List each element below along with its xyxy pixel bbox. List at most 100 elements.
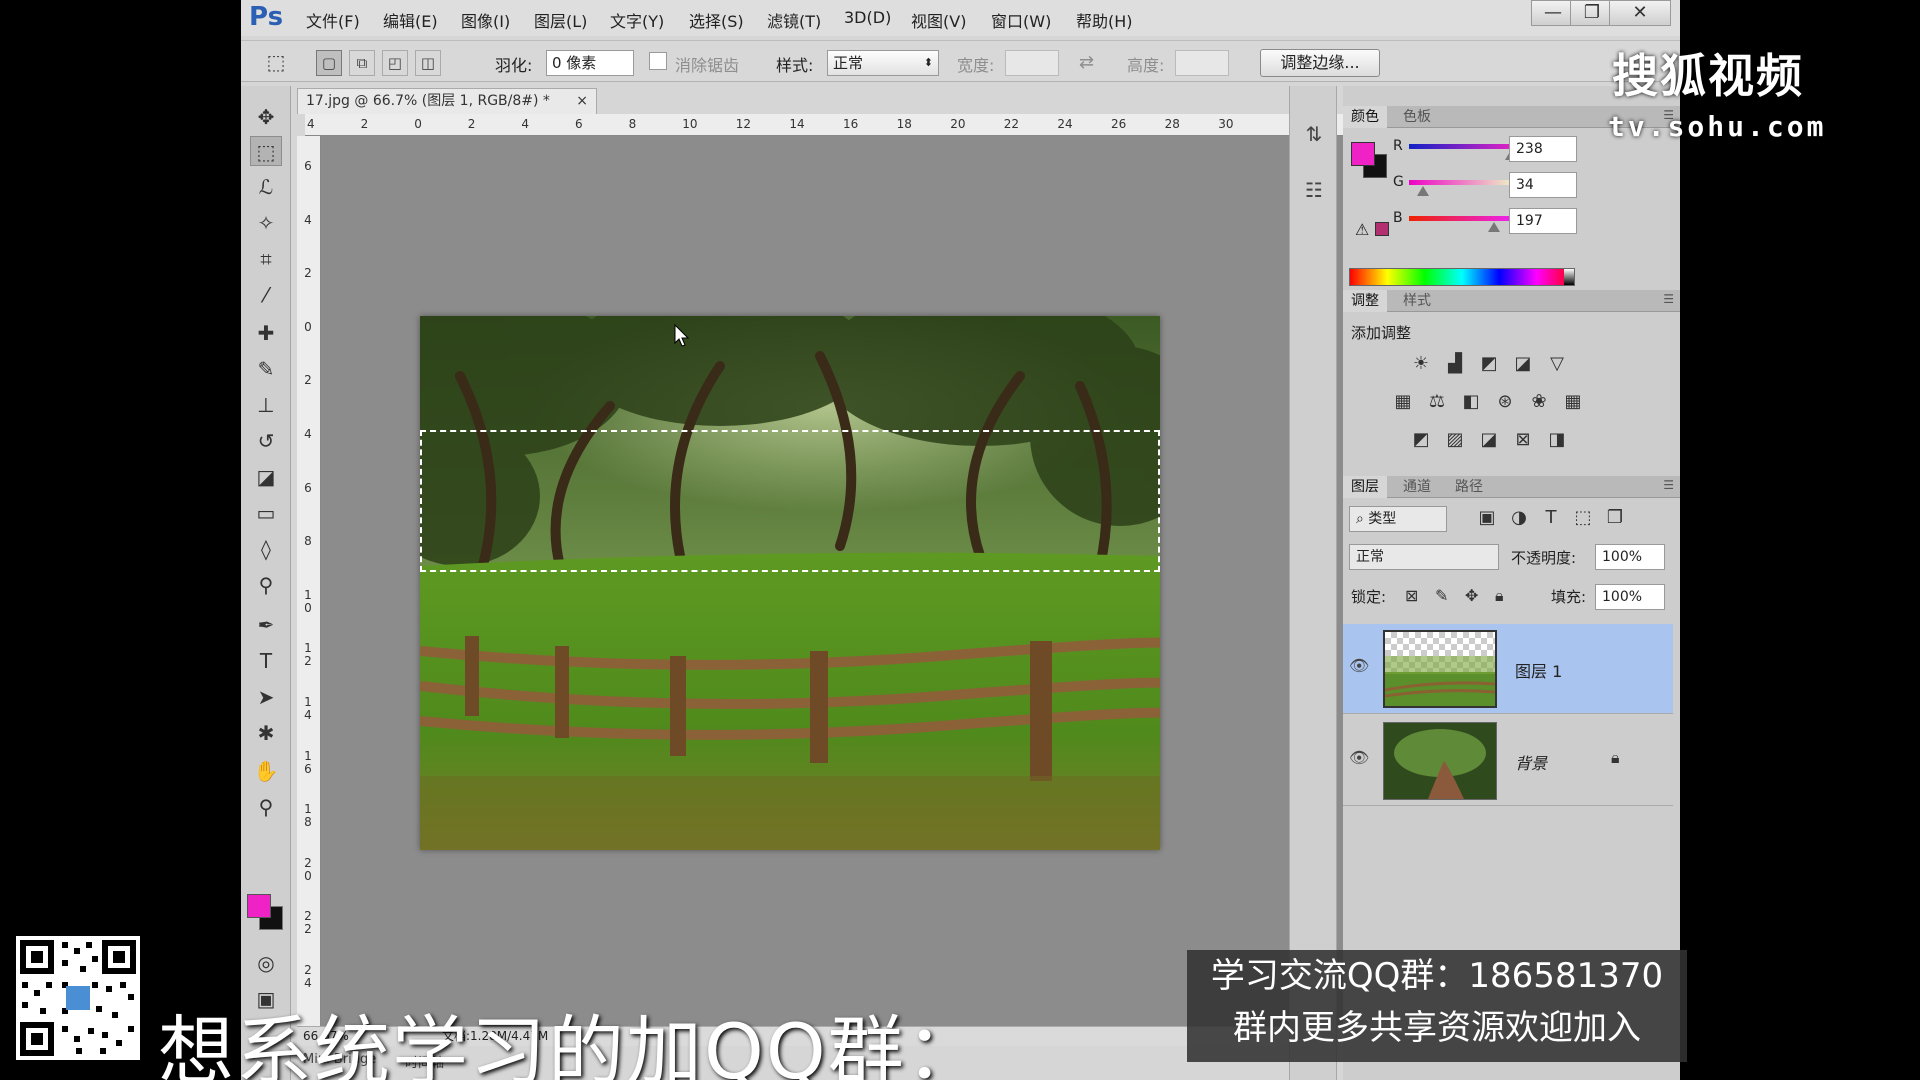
tab-styles[interactable]: 样式 xyxy=(1395,290,1439,312)
path-selection-icon[interactable]: ➤ xyxy=(250,682,282,712)
antialias-checkbox[interactable] xyxy=(649,52,667,70)
posterize-icon[interactable]: ▨ xyxy=(1443,428,1467,452)
pixel-filter-icon[interactable]: ▣ xyxy=(1475,506,1499,530)
lock-transparent-icon[interactable]: ⊠ xyxy=(1405,586,1418,605)
height-input[interactable] xyxy=(1175,50,1229,76)
channel-slider-r[interactable] xyxy=(1409,144,1519,149)
visibility-eye-icon[interactable]: 👁︎ xyxy=(1349,656,1369,675)
layer-name[interactable]: 图层 1 xyxy=(1515,658,1562,682)
document-image[interactable] xyxy=(420,316,1160,850)
lock-all-icon[interactable]: 🔒︎ xyxy=(1495,586,1504,606)
vibrance-icon[interactable]: ▽ xyxy=(1545,352,1569,376)
eraser-tool-icon[interactable]: ◪ xyxy=(250,462,282,492)
black-white-icon[interactable]: ◧ xyxy=(1459,390,1483,414)
gamut-color-swatch[interactable] xyxy=(1375,222,1389,236)
gradient-map-icon[interactable]: ◨ xyxy=(1545,428,1569,452)
width-input[interactable] xyxy=(1005,50,1059,76)
channel-slider-g[interactable] xyxy=(1409,180,1519,185)
channel-value-g[interactable]: 34 xyxy=(1509,172,1577,198)
marquee-tool-preset-icon[interactable]: ⬚ xyxy=(263,50,289,76)
refine-edge-button[interactable]: 调整边缘... xyxy=(1260,49,1380,77)
close-window-button[interactable]: ✕ xyxy=(1609,0,1671,26)
brightness-contrast-icon[interactable]: ☀ xyxy=(1409,352,1433,376)
menu-select[interactable]: 选择(S) xyxy=(689,8,744,32)
color-panel-foreground-swatch[interactable] xyxy=(1351,142,1375,166)
channel-mixer-icon[interactable]: ❀ xyxy=(1527,390,1551,414)
panel-menu-icon[interactable]: ☰ xyxy=(1663,292,1674,306)
vertical-ruler[interactable]: 6 4 2 0 2 4 6 8 10 12 14 16 18 20 22 24 xyxy=(297,136,321,1040)
exposure-icon[interactable]: ◪ xyxy=(1511,352,1535,376)
opacity-input[interactable]: 100% xyxy=(1595,544,1665,570)
quick-mask-icon[interactable]: ◎ xyxy=(250,948,282,978)
color-balance-icon[interactable]: ⚖ xyxy=(1425,390,1449,414)
lock-position-icon[interactable]: ✥ xyxy=(1465,586,1478,605)
hue-saturation-icon[interactable]: ▦ xyxy=(1391,390,1415,414)
layer-filter-select[interactable]: ⌕ 类型 xyxy=(1349,506,1447,532)
menu-filter[interactable]: 滤镜(T) xyxy=(767,8,821,32)
quick-selection-icon[interactable]: ✧ xyxy=(250,208,282,238)
restore-button[interactable]: ❐ xyxy=(1570,0,1614,26)
menu-3d[interactable]: 3D(D) xyxy=(844,8,891,27)
shape-filter-icon[interactable]: ⬚ xyxy=(1571,506,1595,530)
menu-image[interactable]: 图像(I) xyxy=(461,8,510,32)
channel-slider-b[interactable] xyxy=(1409,216,1519,221)
lock-pixels-icon[interactable]: ✎ xyxy=(1435,586,1448,605)
eyedropper-icon[interactable]: ⁄ xyxy=(250,280,282,310)
history-panel-icon[interactable]: ⇅ xyxy=(1302,122,1326,148)
slider-thumb[interactable] xyxy=(1487,222,1500,232)
foreground-color-swatch[interactable] xyxy=(247,894,271,918)
channel-value-b[interactable]: 197 xyxy=(1509,208,1577,234)
history-brush-icon[interactable]: ↺ xyxy=(250,426,282,456)
intersect-selection-icon[interactable]: ◫ xyxy=(415,50,441,76)
smart-object-filter-icon[interactable]: ❐ xyxy=(1603,506,1627,530)
color-spectrum-ramp[interactable] xyxy=(1349,268,1575,286)
tab-channels[interactable]: 通道 xyxy=(1395,476,1439,498)
crop-tool-icon[interactable]: ⌗ xyxy=(250,244,282,274)
layer-row-background[interactable]: 👁︎ 背景 🔒︎ xyxy=(1343,716,1673,806)
photo-filter-icon[interactable]: ⊛ xyxy=(1493,390,1517,414)
subtract-selection-icon[interactable]: ◰ xyxy=(382,50,408,76)
marquee-tool-icon[interactable]: ⬚ xyxy=(250,136,282,166)
tab-swatches[interactable]: 色板 xyxy=(1395,106,1439,128)
menu-type[interactable]: 文字(Y) xyxy=(610,8,664,32)
stamp-tool-icon[interactable]: ⊥ xyxy=(250,390,282,420)
invert-icon[interactable]: ◩ xyxy=(1409,428,1433,452)
add-selection-icon[interactable]: ⧉ xyxy=(349,50,375,76)
menu-file[interactable]: 文件(F) xyxy=(306,8,360,32)
document-tab[interactable]: 17.jpg @ 66.7% (图层 1, RGB/8#) * × xyxy=(297,88,597,114)
menu-layer[interactable]: 图层(L) xyxy=(534,8,587,32)
panel-menu-icon[interactable]: ☰ xyxy=(1663,478,1674,492)
menu-edit[interactable]: 编辑(E) xyxy=(383,8,438,32)
pen-tool-icon[interactable]: ✒ xyxy=(250,610,282,640)
menu-view[interactable]: 视图(V) xyxy=(911,8,966,32)
new-selection-icon[interactable]: ▢ xyxy=(316,50,342,76)
zoom-tool-icon[interactable]: ⚲ xyxy=(250,792,282,822)
levels-icon[interactable]: ▟ xyxy=(1443,352,1467,376)
shape-tool-icon[interactable]: ✱ xyxy=(250,718,282,748)
type-tool-icon[interactable]: T xyxy=(250,646,282,676)
properties-panel-icon[interactable]: ☷ xyxy=(1302,178,1326,204)
threshold-icon[interactable]: ◪ xyxy=(1477,428,1501,452)
layer-name[interactable]: 背景 xyxy=(1515,750,1547,774)
blend-mode-select[interactable]: 正常 xyxy=(1349,544,1499,570)
tab-adjustments[interactable]: 调整 xyxy=(1343,290,1387,312)
selective-color-icon[interactable]: ⊠ xyxy=(1511,428,1535,452)
type-filter-icon[interactable]: T xyxy=(1539,506,1563,530)
feather-input[interactable]: 0 像素 xyxy=(546,50,634,76)
dodge-tool-icon[interactable]: ⚲ xyxy=(250,570,282,600)
channel-value-r[interactable]: 238 xyxy=(1509,136,1577,162)
slider-thumb[interactable] xyxy=(1417,186,1430,196)
style-select[interactable]: 正常 ⬍ xyxy=(827,50,939,76)
tab-color[interactable]: 颜色 xyxy=(1343,106,1387,128)
curves-icon[interactable]: ◩ xyxy=(1477,352,1501,376)
layer-row-layer1[interactable]: 👁︎ 图层 1 xyxy=(1343,624,1673,714)
move-tool-icon[interactable]: ✥ xyxy=(250,102,282,132)
tab-paths[interactable]: 路径 xyxy=(1447,476,1491,498)
menu-window[interactable]: 窗口(W) xyxy=(991,8,1051,32)
adjustment-filter-icon[interactable]: ◑ xyxy=(1507,506,1531,530)
swap-dimensions-icon[interactable]: ⇄ xyxy=(1079,52,1094,73)
visibility-eye-icon[interactable]: 👁︎ xyxy=(1349,748,1369,767)
menu-help[interactable]: 帮助(H) xyxy=(1076,8,1133,32)
gradient-tool-icon[interactable]: ▭ xyxy=(250,498,282,528)
tab-layers[interactable]: 图层 xyxy=(1343,476,1387,498)
